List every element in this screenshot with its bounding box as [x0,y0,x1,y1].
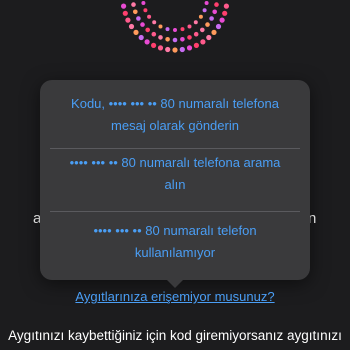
logo-dot [131,2,136,7]
option-label-line-2: mesaj olarak gönderin [111,118,239,133]
logo-dot [209,16,214,21]
logo-dot [141,1,146,5]
logo-dot [198,14,203,19]
option-label-line-1: Kodu, •••• ••• •• 80 numaralı telefona [71,96,279,111]
logo-dot [165,37,170,42]
logo-dot [212,9,217,15]
logo-dot [172,47,178,53]
logo-dot [133,29,139,36]
logo-dot [193,42,199,49]
logo-dot [140,22,145,27]
logo-dot [200,39,206,45]
verification-options-popover: Kodu, •••• ••• •• 80 numaralı telefona m… [40,80,310,280]
logo-dot [187,35,192,40]
logo-dot [206,34,212,41]
logo-dot [151,31,157,37]
logo-dot [147,14,152,19]
logo-dot [151,42,157,49]
option-label-line-2: alın [164,177,186,192]
logo-dot [125,17,131,23]
logo-dot [121,3,127,9]
logo-dot [211,29,217,36]
logo-dot [145,27,150,33]
logo-dot [165,27,170,32]
logo-dot [158,24,163,29]
logo-dot [133,9,138,15]
logo-dot [138,34,144,41]
option-label-line-2: kullanılamıyor [134,245,216,260]
logo-dot [193,20,198,25]
logo-dot [172,37,178,43]
logo-dot [179,46,185,53]
logo-dot [204,1,209,5]
logo-dot [214,2,219,7]
logo-dot [193,31,199,37]
send-code-sms-option[interactable]: Kodu, •••• ••• •• 80 numaralı telefona m… [40,93,310,153]
logo-dot [180,27,185,32]
screen: a n Kodu, •••• ••• •• 80 numaralı telefo… [0,0,350,350]
logo-dot [157,45,164,51]
logo-dot [205,22,210,27]
option-label-line-1: •••• ••• •• 80 numaralı telefona arama [69,155,281,170]
logo-dot [186,45,193,51]
logo-dot [187,24,192,29]
logo-dot [215,23,222,30]
logo-dot [136,16,141,21]
dotted-ring-logo-icon [121,1,229,53]
logo-dot [143,8,148,13]
logo-dot [152,20,157,25]
logo-dot [144,39,150,45]
popover-arrow [166,279,184,288]
logo-dot [158,35,163,40]
logo-dot [173,28,177,32]
help-description-text: Aygıtınızı kaybettiğiniz için kod giremi… [8,328,342,343]
logo-dot [200,27,205,33]
logo-dot [122,10,128,16]
logo-dot [223,3,229,9]
logo-dot [222,10,228,16]
logo-dot [202,8,207,13]
cant-access-devices-link[interactable]: Aygıtlarınıza erişemiyor musunuz? [0,289,350,304]
option-label-line-1: •••• ••• •• 80 numaralı telefon [93,223,257,238]
divider [50,148,300,149]
receive-call-option[interactable]: •••• ••• •• 80 numaralı telefona arama a… [40,152,310,212]
logo-dot [180,37,185,42]
logo-dot [219,17,225,23]
logo-dot [165,46,171,53]
logo-dot [128,23,135,30]
phone-unavailable-option[interactable]: •••• ••• •• 80 numaralı telefon kullanıl… [40,212,310,280]
